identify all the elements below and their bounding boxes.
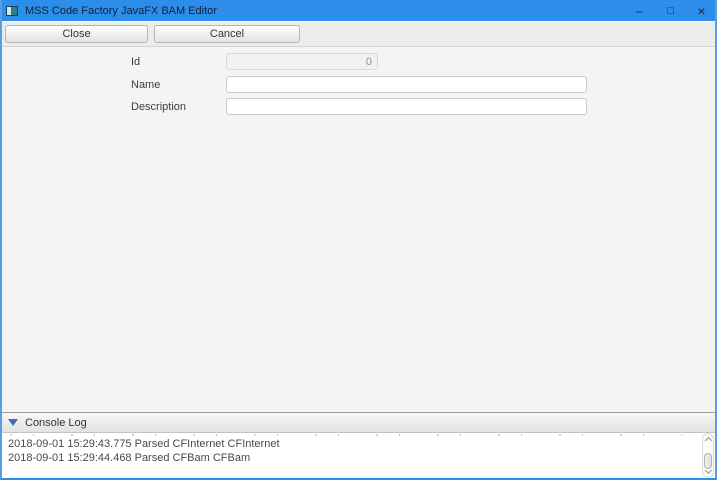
window-title: MSS Code Factory JavaFX BAM Editor <box>25 5 217 17</box>
log-line: 2018-09-01 15:29:44.468 Parsed CFBam CFB… <box>8 453 715 464</box>
console-log-header[interactable]: Console Log <box>2 412 715 433</box>
maximize-icon[interactable]: □ <box>655 0 686 21</box>
minimize-icon[interactable]: – <box>624 0 655 21</box>
scroll-down-icon[interactable] <box>704 467 711 474</box>
close-button[interactable]: Close <box>5 25 148 43</box>
description-label: Description <box>131 101 186 113</box>
editor-form: Id Name Description <box>2 47 715 412</box>
id-label: Id <box>131 56 140 68</box>
console-log-body: 2018-09-01 15:29:43.775 Parsed CFInterne… <box>2 433 715 478</box>
chevron-down-icon <box>8 419 18 426</box>
scroll-up-icon[interactable] <box>704 437 711 444</box>
window-controls: – □ × <box>624 0 717 21</box>
name-field[interactable] <box>226 76 587 93</box>
close-icon[interactable]: × <box>686 0 717 21</box>
toolbar: Close Cancel <box>2 21 715 47</box>
app-window: MSS Code Factory JavaFX BAM Editor – □ ×… <box>0 0 717 480</box>
cancel-button[interactable]: Cancel <box>154 25 300 43</box>
titlebar[interactable]: MSS Code Factory JavaFX BAM Editor – □ × <box>0 0 717 21</box>
console-scrollbar[interactable] <box>702 433 714 478</box>
name-label: Name <box>131 79 160 91</box>
console-log-title: Console Log <box>25 417 87 429</box>
clipped-log-line <box>10 434 682 436</box>
app-icon <box>6 6 18 16</box>
description-field[interactable] <box>226 98 587 115</box>
id-field <box>226 53 378 70</box>
log-line: 2018-09-01 15:29:43.775 Parsed CFInterne… <box>8 439 715 450</box>
